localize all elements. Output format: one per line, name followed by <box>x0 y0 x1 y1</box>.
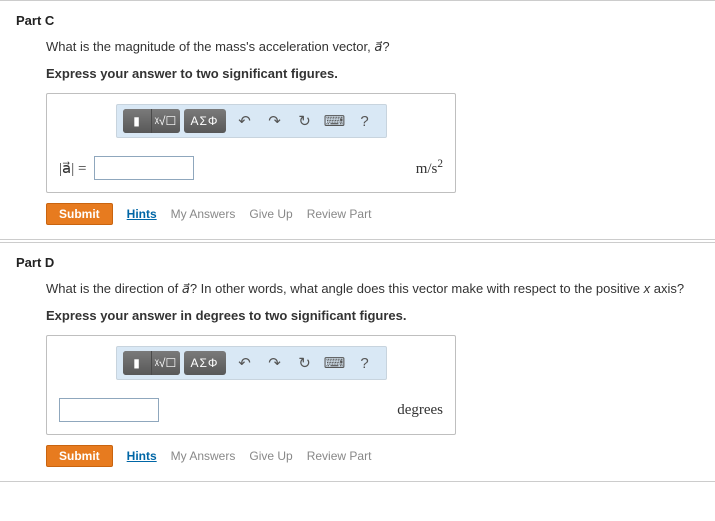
part-body: What is the direction of a⃗? In other wo… <box>0 280 715 467</box>
action-row: Submit Hints My Answers Give Up Review P… <box>46 203 699 225</box>
tool-cluster-greek: AΣΦ <box>184 109 226 133</box>
keyboard-button[interactable]: ⌨ <box>320 351 350 375</box>
question-pre: What is the magnitude of the mass's acce… <box>46 39 374 54</box>
template-button[interactable]: ▮ <box>123 351 152 375</box>
help-button[interactable]: ? <box>350 109 380 133</box>
greek-button[interactable]: AΣΦ <box>184 109 226 133</box>
xroot-button[interactable]: ᵡ√☐ <box>152 351 180 375</box>
xroot-button[interactable]: ᵡ√☐ <box>152 109 180 133</box>
question-text: What is the magnitude of the mass's acce… <box>46 38 699 56</box>
undo-button[interactable]: ↶ <box>230 109 260 133</box>
submit-button[interactable]: Submit <box>46 445 113 467</box>
hints-link[interactable]: Hints <box>127 207 157 221</box>
give-up-link[interactable]: Give Up <box>249 207 292 221</box>
part-d: Part D What is the direction of a⃗? In o… <box>0 242 715 482</box>
answer-line: degrees <box>59 398 443 422</box>
equation-toolbar: ▮ ᵡ√☐ AΣΦ ↶ ↷ ↻ ⌨ ? <box>116 346 387 380</box>
answer-input[interactable] <box>59 398 159 422</box>
action-row: Submit Hints My Answers Give Up Review P… <box>46 445 699 467</box>
answer-units: m/s2 <box>416 158 443 178</box>
my-answers-link[interactable]: My Answers <box>171 449 236 463</box>
reset-button[interactable]: ↻ <box>290 109 320 133</box>
question-post: ? <box>382 39 389 54</box>
part-c: Part C What is the magnitude of the mass… <box>0 0 715 240</box>
instruction: Express your answer in degrees to two si… <box>46 308 699 323</box>
tool-cluster-templates: ▮ ᵡ√☐ <box>123 351 180 375</box>
review-part-link[interactable]: Review Part <box>307 207 372 221</box>
vector-symbol: a⃗ <box>182 281 190 296</box>
answer-box: ▮ ᵡ√☐ AΣΦ ↶ ↷ ↻ ⌨ ? degrees <box>46 335 456 435</box>
reset-button[interactable]: ↻ <box>290 351 320 375</box>
instruction: Express your answer to two significant f… <box>46 66 699 81</box>
help-button[interactable]: ? <box>350 351 380 375</box>
answer-input[interactable] <box>94 156 194 180</box>
keyboard-button[interactable]: ⌨ <box>320 109 350 133</box>
part-header: Part C <box>0 9 715 34</box>
tool-cluster-templates: ▮ ᵡ√☐ <box>123 109 180 133</box>
answer-line: |a⃗| = m/s2 <box>59 156 443 180</box>
part-body: What is the magnitude of the mass's acce… <box>0 38 715 225</box>
answer-lhs: |a⃗| = <box>59 159 86 178</box>
part-header: Part D <box>0 251 715 276</box>
redo-button[interactable]: ↷ <box>260 351 290 375</box>
answer-units: degrees <box>397 402 443 419</box>
redo-button[interactable]: ↷ <box>260 109 290 133</box>
question-text: What is the direction of a⃗? In other wo… <box>46 280 699 298</box>
greek-button[interactable]: AΣΦ <box>184 351 226 375</box>
tool-cluster-greek: AΣΦ <box>184 351 226 375</box>
equation-toolbar: ▮ ᵡ√☐ AΣΦ ↶ ↷ ↻ ⌨ ? <box>116 104 387 138</box>
question-post: ? In other words, what angle does this v… <box>190 281 644 296</box>
answer-box: ▮ ᵡ√☐ AΣΦ ↶ ↷ ↻ ⌨ ? |a⃗| = m/s2 <box>46 93 456 193</box>
question-tail: axis? <box>650 281 684 296</box>
my-answers-link[interactable]: My Answers <box>171 207 236 221</box>
question-pre: What is the direction of <box>46 281 182 296</box>
review-part-link[interactable]: Review Part <box>307 449 372 463</box>
give-up-link[interactable]: Give Up <box>249 449 292 463</box>
template-button[interactable]: ▮ <box>123 109 152 133</box>
submit-button[interactable]: Submit <box>46 203 113 225</box>
undo-button[interactable]: ↶ <box>230 351 260 375</box>
hints-link[interactable]: Hints <box>127 449 157 463</box>
